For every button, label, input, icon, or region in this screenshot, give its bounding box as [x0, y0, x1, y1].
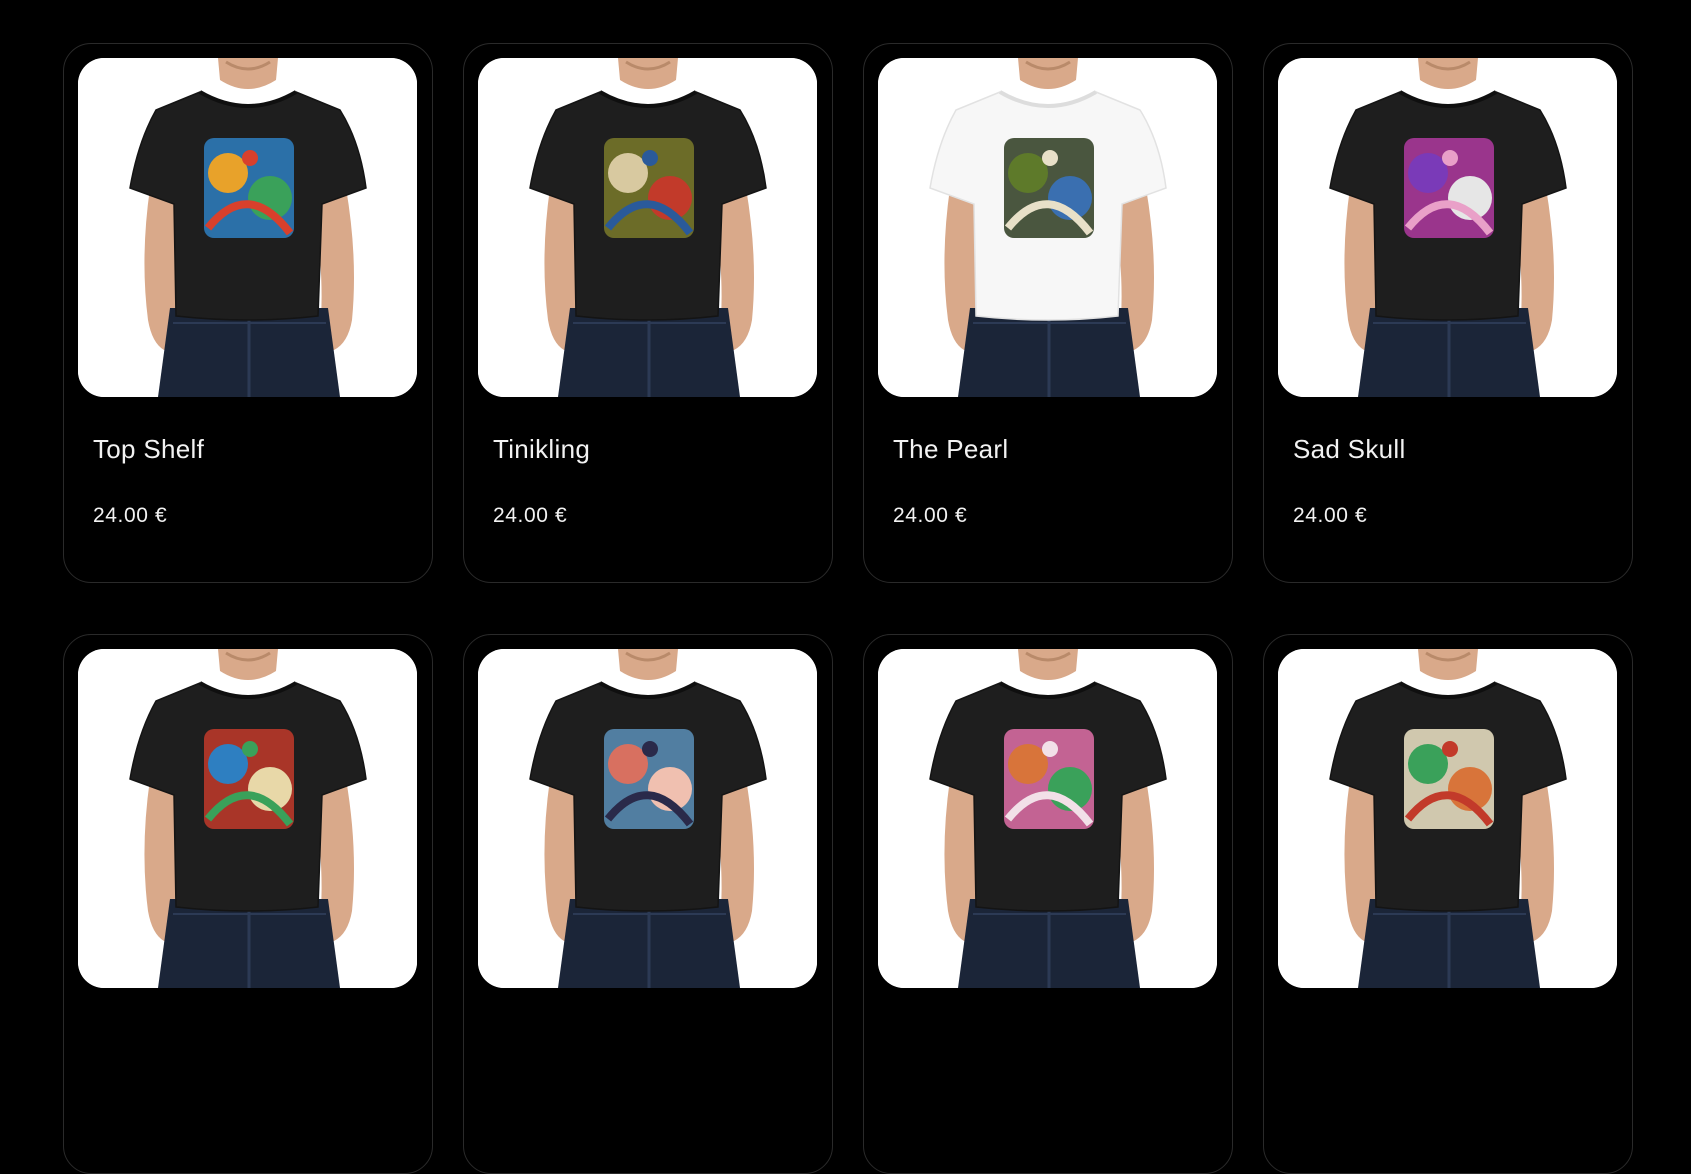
skull-wizard-graphic [1404, 138, 1494, 238]
vases-and-bottles-graphic [204, 138, 294, 238]
product-price: 24.00 € [493, 504, 568, 527]
triangle-skull-graphic [204, 729, 294, 829]
product-card[interactable]: Top Shelf 24.00 € [63, 43, 433, 583]
product-card[interactable]: The Pearl 24.00 € [863, 43, 1233, 583]
product-card[interactable] [863, 634, 1233, 1174]
pink-creature-graphic [1004, 729, 1094, 829]
product-card[interactable]: Tinikling 24.00 € [463, 43, 833, 583]
model-photo [478, 649, 817, 988]
model-photo [878, 58, 1217, 397]
product-title[interactable]: The Pearl [893, 434, 1008, 465]
product-image[interactable] [878, 649, 1217, 988]
serpent-monster-graphic [1004, 138, 1094, 238]
product-title[interactable]: Tinikling [493, 434, 590, 465]
product-card[interactable]: Sad Skull 24.00 € [1263, 43, 1633, 583]
butterfly-skulls-graphic [1404, 729, 1494, 829]
product-card[interactable] [463, 634, 833, 1174]
model-photo [1278, 649, 1617, 988]
model-photo [78, 58, 417, 397]
product-image[interactable] [78, 649, 417, 988]
model-photo [1278, 58, 1617, 397]
product-price: 24.00 € [1293, 504, 1368, 527]
product-image[interactable] [1278, 649, 1617, 988]
screaming-face-graphic [604, 729, 694, 829]
product-title[interactable]: Sad Skull [1293, 434, 1406, 465]
product-image[interactable] [478, 58, 817, 397]
product-image[interactable] [78, 58, 417, 397]
model-photo [478, 58, 817, 397]
product-image[interactable] [478, 649, 817, 988]
model-photo [878, 649, 1217, 988]
product-image[interactable] [1278, 58, 1617, 397]
product-card[interactable] [63, 634, 433, 1174]
product-title[interactable]: Top Shelf [93, 434, 204, 465]
dancers-graphic [604, 138, 694, 238]
product-image[interactable] [878, 58, 1217, 397]
product-price: 24.00 € [893, 504, 968, 527]
model-photo [78, 649, 417, 988]
product-price: 24.00 € [93, 504, 168, 527]
product-card[interactable] [1263, 634, 1633, 1174]
product-grid: Top Shelf 24.00 € Tinikling 24.00 € The … [63, 43, 1633, 1174]
